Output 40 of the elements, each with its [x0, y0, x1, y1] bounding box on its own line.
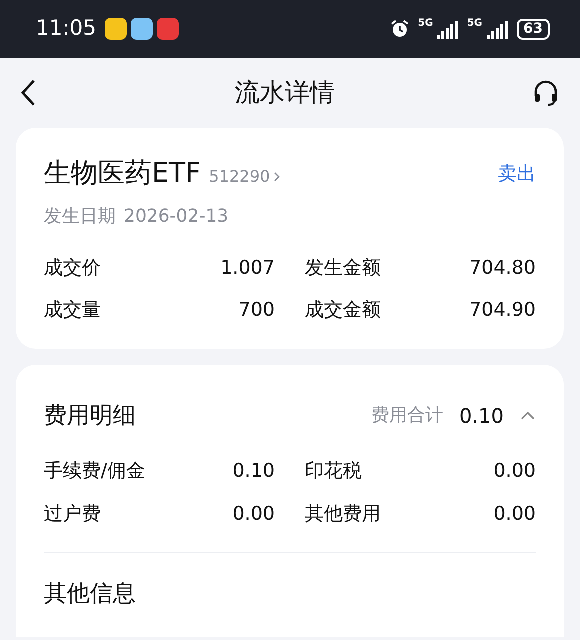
- headset-icon[interactable]: [532, 79, 560, 107]
- app-icon: [130, 18, 153, 40]
- field-label: 过户费: [44, 502, 101, 526]
- fund-code-link[interactable]: 512290: [209, 165, 270, 189]
- caret-icon[interactable]: [520, 410, 536, 421]
- field-label: 成交量: [44, 298, 101, 323]
- field-label: 手续费/佣金: [44, 459, 146, 484]
- app-icon: [156, 18, 179, 40]
- battery-level: 63: [516, 18, 550, 40]
- action-label: 卖出: [498, 162, 536, 187]
- date-label: 发生日期: [44, 204, 116, 228]
- app-icon: [104, 18, 127, 40]
- total-label: 费用合计: [371, 404, 444, 428]
- field-value: 0.00: [494, 502, 536, 526]
- field-label: 印花税: [305, 459, 362, 484]
- chevron-icon: [274, 172, 280, 182]
- section-title: 其他信息: [44, 580, 137, 609]
- signal-icon: [486, 19, 509, 39]
- back-icon[interactable]: [20, 79, 38, 107]
- field-label: 成交价: [44, 256, 101, 280]
- field-label: 其他费用: [305, 502, 381, 526]
- section-title: 费用明细: [44, 402, 136, 430]
- date-value: 2026-02-13: [124, 204, 229, 228]
- field-label: 成交金额: [305, 298, 381, 323]
- field-value: 700: [238, 298, 275, 323]
- status-time: 11:05: [36, 15, 97, 42]
- field-value: 0.00: [232, 502, 275, 526]
- total-value: 0.10: [459, 402, 504, 430]
- signal-icon: [437, 19, 460, 39]
- page-title: 流水详情: [235, 77, 335, 110]
- field-value: 0.00: [494, 459, 536, 484]
- field-value: 1.007: [220, 256, 275, 280]
- field-value: 704.90: [470, 298, 536, 323]
- fund-name: 生物医药ETF: [44, 157, 202, 191]
- alarm-icon: [390, 19, 410, 39]
- network-label: 5G: [418, 19, 434, 29]
- field-value: 704.80: [470, 256, 536, 280]
- field-value: 0.10: [232, 459, 275, 484]
- network-label: 5G: [467, 19, 483, 29]
- field-label: 发生金额: [305, 256, 381, 280]
